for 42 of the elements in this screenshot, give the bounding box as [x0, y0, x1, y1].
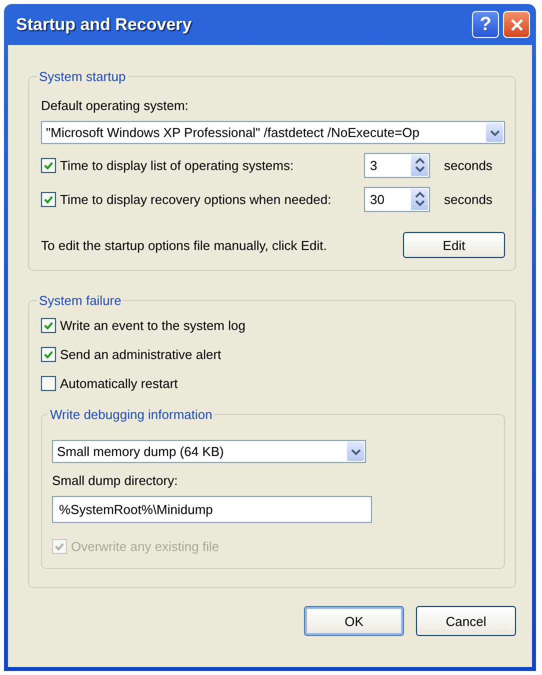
dropdown-button[interactable] [347, 442, 364, 461]
edit-button[interactable]: Edit [403, 232, 505, 258]
checkbox[interactable] [41, 318, 56, 333]
spinner-arrows-icon[interactable] [411, 188, 428, 210]
window-title: Startup and Recovery [16, 14, 192, 34]
dump-type-dropdown[interactable]: Small memory dump (64 KB) [52, 440, 366, 463]
checkmark-icon [43, 320, 54, 331]
checkbox-label: Send an administrative alert [60, 347, 222, 362]
field-label: Default operating system: [41, 98, 190, 113]
instruction-text: To edit the startup options file manually, click Edit. [41, 238, 327, 252]
checkbox-label: Time to display recovery options when needed: [60, 192, 332, 206]
group-title: Write debugging information [49, 407, 214, 422]
help-button[interactable]: ? [472, 11, 499, 38]
checkbox-label: Time to display list of operating systems: [60, 158, 295, 172]
group-title: System startup [38, 69, 127, 84]
unit-label: seconds [444, 192, 492, 206]
close-button[interactable] [503, 11, 530, 38]
unit-label: seconds [444, 158, 492, 172]
checkbox-label: Automatically restart [60, 376, 178, 391]
chevron-down-icon [350, 448, 360, 456]
os-dropdown[interactable]: "Microsoft Windows XP Professional" /fastdetect /NoExecute=Op [41, 121, 505, 144]
field-label: Small dump directory: [52, 473, 179, 488]
checkbox[interactable] [41, 347, 56, 362]
checkbox[interactable] [41, 192, 56, 206]
dialog-button[interactable]: OK [304, 606, 404, 636]
dialog-button[interactable]: Cancel [416, 606, 516, 636]
group-title: System failure [38, 293, 122, 308]
checkmark-icon [54, 541, 65, 552]
checkmark-icon [43, 349, 54, 360]
chevron-down-icon [490, 128, 500, 136]
checkbox-label: Overwrite any existing file [71, 539, 220, 554]
dropdown-button[interactable] [486, 123, 503, 142]
spin-field[interactable]: 3 [364, 152, 430, 178]
spinner-arrows-icon[interactable] [411, 154, 428, 176]
close-icon [510, 18, 524, 32]
checkmark-icon [43, 194, 54, 204]
checkbox[interactable] [41, 376, 56, 391]
checkmark-icon [43, 160, 54, 170]
checkbox[interactable] [41, 158, 56, 172]
directory-field[interactable]: %SystemRoot%\Minidump [52, 496, 372, 523]
spin-field[interactable]: 30 [364, 186, 430, 212]
checkbox-label: Write an event to the system log [60, 318, 246, 333]
